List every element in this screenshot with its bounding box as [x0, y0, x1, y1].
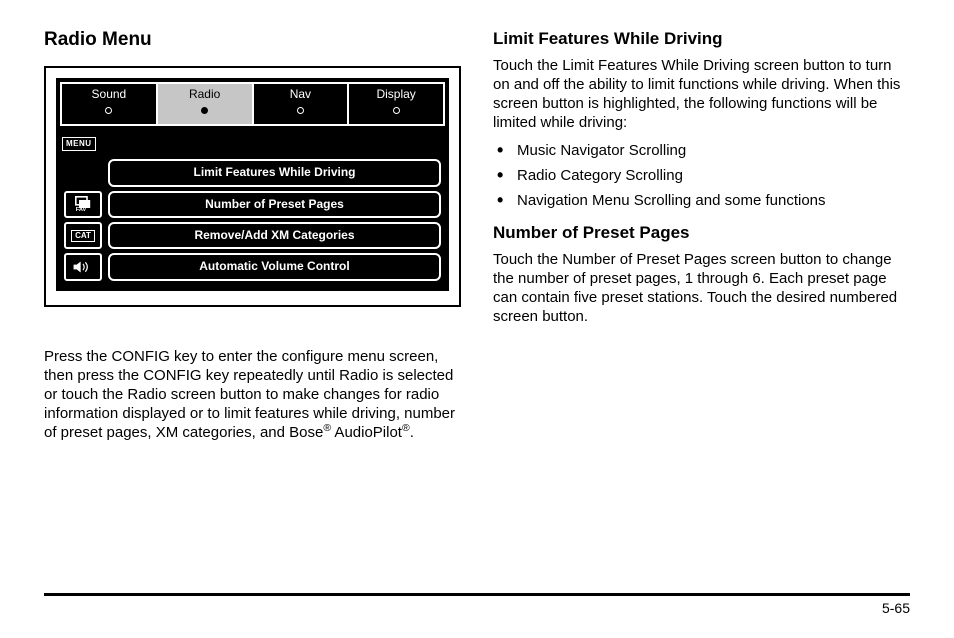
heading-preset-pages: Number of Preset Pages — [493, 222, 910, 244]
menu-row-auto-volume[interactable]: Automatic Volume Control — [64, 253, 441, 280]
page-number: 5-65 — [882, 600, 910, 616]
registered-mark: ® — [402, 422, 410, 434]
radio-menu-figure: Sound Radio Nav — [44, 66, 461, 306]
tab-indicator-icon — [201, 107, 208, 114]
page-footer: 5-65 — [44, 593, 910, 618]
nav-screen: Sound Radio Nav — [56, 78, 449, 290]
svg-text:FAV: FAV — [76, 207, 87, 212]
menu-row-limit-features[interactable]: Limit Features While Driving — [64, 159, 441, 186]
speaker-icon-svg — [72, 260, 94, 274]
list-item: Navigation Menu Scrolling and some funct… — [493, 191, 910, 210]
tab-indicator-icon — [393, 107, 400, 114]
heading-limit-features: Limit Features While Driving — [493, 28, 910, 50]
menu-row-xm-categories[interactable]: CAT Remove/Add XM Categories — [64, 222, 441, 249]
tab-radio[interactable]: Radio — [158, 84, 254, 124]
cat-icon: CAT — [64, 222, 102, 249]
two-column-layout: Radio Menu Sound Radio — [44, 28, 910, 585]
tab-label: Display — [376, 87, 415, 101]
tab-display[interactable]: Display — [349, 84, 443, 124]
speaker-icon — [64, 253, 102, 280]
limit-features-list: Music Navigator Scrolling Radio Category… — [493, 141, 910, 211]
list-item: Radio Category Scrolling — [493, 166, 910, 185]
para-text-3: . — [410, 424, 414, 441]
left-column: Radio Menu Sound Radio — [44, 28, 461, 585]
row-label: Automatic Volume Control — [108, 253, 441, 280]
fav-icon-svg: FAV — [73, 196, 93, 212]
para-text-2: AudioPilot — [331, 424, 402, 441]
registered-mark: ® — [323, 422, 331, 434]
tab-indicator-icon — [297, 107, 304, 114]
row-label: Limit Features While Driving — [108, 159, 441, 186]
preset-pages-paragraph: Touch the Number of Preset Pages screen … — [493, 250, 910, 327]
tab-group: Sound Radio Nav — [60, 82, 445, 126]
tab-label: Nav — [290, 87, 311, 101]
menu-badge: MENU — [62, 137, 96, 151]
list-item: Music Navigator Scrolling — [493, 141, 910, 160]
fav-icon: FAV — [64, 191, 102, 218]
radio-menu-paragraph: Press the CONFIG key to enter the config… — [44, 347, 461, 443]
right-column: Limit Features While Driving Touch the L… — [493, 28, 910, 585]
row-label: Remove/Add XM Categories — [108, 222, 441, 249]
cat-icon-label: CAT — [71, 230, 95, 242]
tab-row: Sound Radio Nav — [60, 82, 445, 126]
tab-label: Radio — [189, 87, 220, 101]
limit-features-paragraph: Touch the Limit Features While Driving s… — [493, 56, 910, 133]
tab-indicator-icon — [105, 107, 112, 114]
tab-nav[interactable]: Nav — [254, 84, 350, 124]
heading-radio-menu: Radio Menu — [44, 28, 461, 52]
page: Radio Menu Sound Radio — [0, 0, 954, 638]
row-label: Number of Preset Pages — [108, 191, 441, 218]
tab-sound[interactable]: Sound — [62, 84, 158, 124]
tab-label: Sound — [92, 87, 127, 101]
menu-row-preset-pages[interactable]: FAV Number of Preset Pages — [64, 191, 441, 218]
